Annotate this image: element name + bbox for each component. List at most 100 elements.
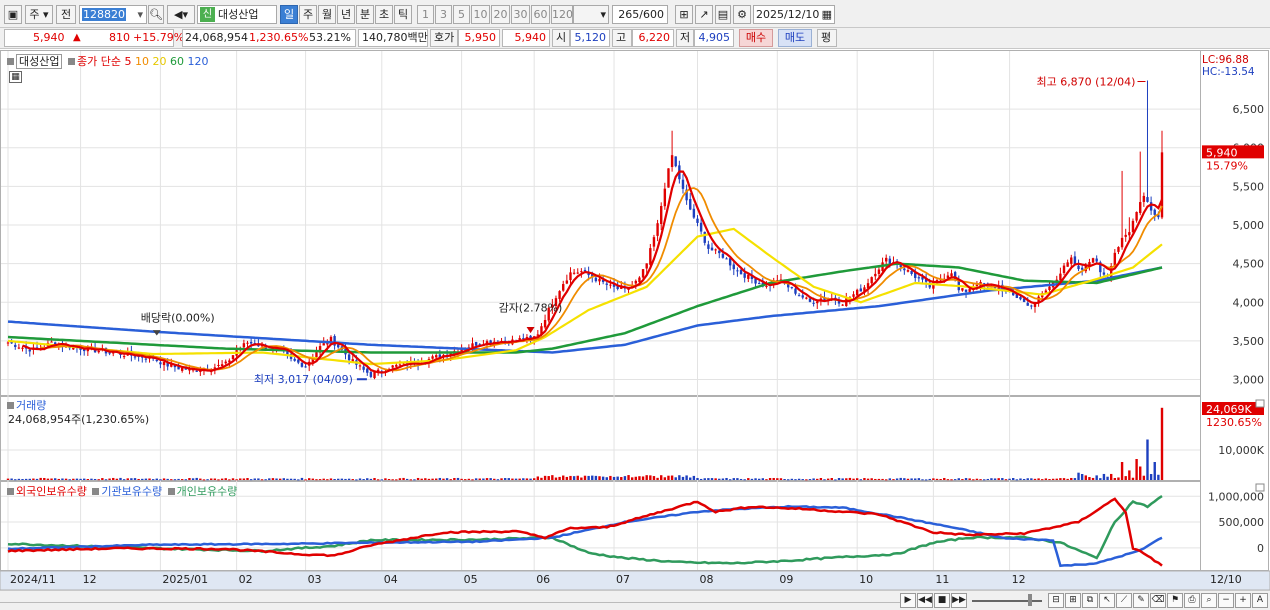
interval-tab-60[interactable]: 60 (531, 5, 550, 24)
pointer-icon[interactable]: ↖ (1099, 593, 1115, 608)
candle-body (1095, 258, 1098, 262)
volume-bar (580, 477, 583, 480)
search-icon[interactable]: 🔍︎ (148, 5, 164, 24)
candle-body (692, 208, 696, 218)
period-tab-2[interactable]: 월 (318, 5, 336, 24)
split-icon[interactable]: ⊞ (1065, 593, 1081, 608)
volume-bar (420, 478, 423, 480)
stock-code-input[interactable]: 128820 ▾ (79, 5, 147, 24)
zoom-icon[interactable]: ⌕ (1201, 593, 1217, 608)
draw-tool-icon[interactable]: ↗ (695, 5, 713, 24)
prev-button[interactable]: 전 (56, 5, 76, 24)
legend-individual[interactable]: 개인보유수량 (177, 485, 238, 498)
x-tick-label: 10 (859, 573, 873, 586)
eval-button[interactable]: 평 (817, 29, 837, 47)
volume-bar (304, 479, 307, 481)
volume-bar (554, 477, 558, 480)
candle-body (605, 283, 608, 285)
volume-bar (43, 477, 46, 480)
save-icon[interactable]: ▤ (715, 5, 731, 24)
candle-body (576, 272, 579, 274)
legend-foreign[interactable]: 외국인보유수량 (16, 485, 87, 498)
interval-tab-5[interactable]: 5 (453, 5, 470, 24)
candle-body (17, 347, 21, 349)
interval-tab-30[interactable]: 30 (511, 5, 530, 24)
play-icon[interactable]: ▶ (900, 593, 916, 608)
volume-bar (605, 477, 608, 480)
volume-bar (765, 479, 768, 481)
candle-body (322, 343, 325, 346)
flag-icon[interactable]: ⚑ (1167, 593, 1183, 608)
eraser-icon[interactable]: ⌫ (1150, 593, 1166, 608)
volume-bar (173, 479, 177, 481)
date-field[interactable]: 2025/12/10 ▦ (753, 5, 835, 24)
candle-body (50, 341, 53, 343)
volume-bar (217, 479, 220, 481)
legend-ma60[interactable]: 60 (170, 55, 184, 68)
sell-button[interactable]: 매도 (778, 29, 812, 47)
legend-ma20[interactable]: 20 (152, 55, 166, 68)
candle-body (812, 302, 815, 304)
bar-count-field[interactable]: 265/600 (612, 5, 668, 24)
volume-bar (6, 478, 10, 480)
pencil-icon[interactable]: ✎ (1133, 593, 1149, 608)
crosshair-tool-icon[interactable]: ⊞ (675, 5, 693, 24)
fast-forward-icon[interactable]: ▶▶ (951, 593, 967, 608)
market-select[interactable]: 주 ▾ (25, 5, 53, 24)
interval-tab-120[interactable]: 120 (551, 5, 573, 24)
settings-gear-icon[interactable]: ⚙ (733, 5, 751, 24)
volume-bar (1139, 466, 1142, 480)
calendar-icon[interactable]: ▦ (822, 6, 832, 23)
stock-name-field[interactable]: 신 대성산업 (197, 5, 277, 24)
trend-icon[interactable]: ⟋ (1116, 593, 1132, 608)
volume-bar (1037, 478, 1040, 480)
period-tab-0[interactable]: 일 (280, 5, 298, 24)
stop-icon[interactable]: ■ (934, 593, 950, 608)
volume-bar (979, 479, 982, 481)
print-icon[interactable]: ⎙ (1184, 593, 1200, 608)
interval-tab-20[interactable]: 20 (491, 5, 510, 24)
x-tick-label: 12 (83, 573, 97, 586)
volume-bar (151, 479, 155, 481)
volume-bar (101, 478, 104, 480)
candle-body (841, 304, 844, 306)
volume-bar (264, 479, 267, 481)
copy-icon[interactable]: ⧉ (1082, 593, 1098, 608)
period-tab-4[interactable]: 분 (356, 5, 374, 24)
volume-bar (848, 477, 852, 480)
interval-custom-select[interactable]: ▾ (573, 5, 609, 24)
x-tick-label: 11 (935, 573, 949, 586)
interval-tab-10[interactable]: 10 (471, 5, 490, 24)
legend-ma10[interactable]: 10 (135, 55, 149, 68)
interval-tab-3[interactable]: 3 (435, 5, 452, 24)
table-view-icon[interactable]: ▦ (9, 71, 22, 83)
zoom-slider-handle[interactable] (1028, 594, 1032, 606)
volume-bar (344, 478, 347, 480)
volume-bar (431, 478, 434, 480)
volume-bar (467, 478, 471, 480)
speaker-icon[interactable]: ◀▾ (167, 5, 195, 24)
low-annotation: 최저 3,017 (04/09) (254, 373, 353, 386)
legend-institution[interactable]: 기관보유수량 (101, 485, 162, 498)
stock-chart[interactable]: 6,5006,0005,5005,0004,5004,0003,5003,000… (0, 50, 1270, 590)
stock-code-value: 128820 (82, 8, 126, 21)
period-tab-1[interactable]: 주 (299, 5, 317, 24)
rewind-icon[interactable]: ◀◀ (917, 593, 933, 608)
layout-icon[interactable]: ⊟ (1048, 593, 1064, 608)
zoom-in-icon[interactable]: + (1235, 593, 1251, 608)
legend-ma5[interactable]: 종가 단순 5 (77, 55, 131, 68)
volume-bar (271, 478, 275, 480)
volume-bar (591, 475, 594, 480)
interval-tab-1[interactable]: 1 (417, 5, 434, 24)
period-tab-6[interactable]: 틱 (394, 5, 412, 24)
window-menu-icon[interactable]: ▣ (4, 5, 22, 24)
scroll-track[interactable] (0, 595, 900, 603)
period-tab-5[interactable]: 초 (375, 5, 393, 24)
buy-button[interactable]: 매수 (739, 29, 773, 47)
holdings-tick-label: 0 (1257, 542, 1264, 555)
zoom-out-icon[interactable]: − (1218, 593, 1234, 608)
volume-bar (1022, 478, 1026, 480)
font-size-icon[interactable]: A (1252, 593, 1268, 608)
legend-ma120[interactable]: 120 (187, 55, 208, 68)
period-tab-3[interactable]: 년 (337, 5, 355, 24)
